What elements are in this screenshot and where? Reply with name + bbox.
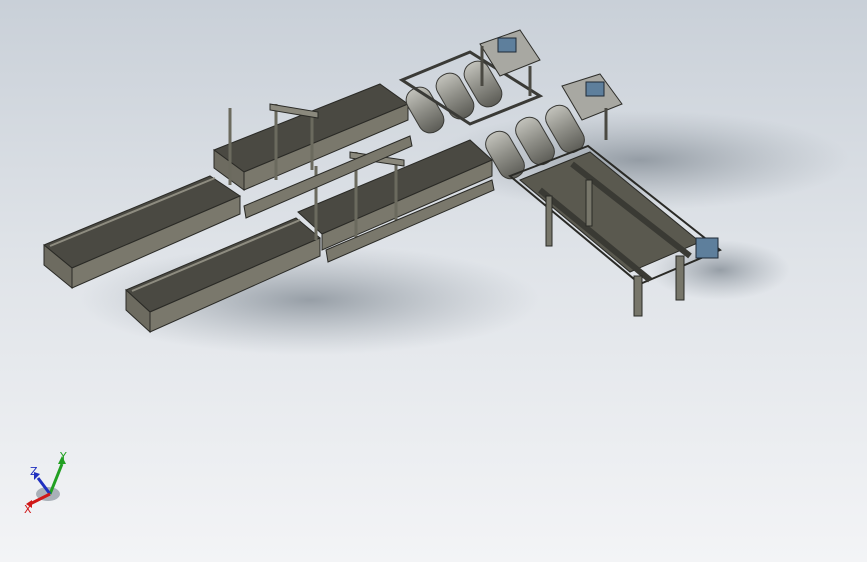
graphics-viewport[interactable]: Y Z X (0, 0, 867, 562)
mid-conveyor-a (212, 83, 410, 191)
x-axis-label: X (24, 503, 32, 516)
conveyor-model-view[interactable] (0, 0, 867, 562)
y-axis-label: Y (59, 450, 67, 463)
axis-triad[interactable]: Y Z X (20, 450, 80, 520)
z-axis-label: Z (30, 465, 38, 478)
